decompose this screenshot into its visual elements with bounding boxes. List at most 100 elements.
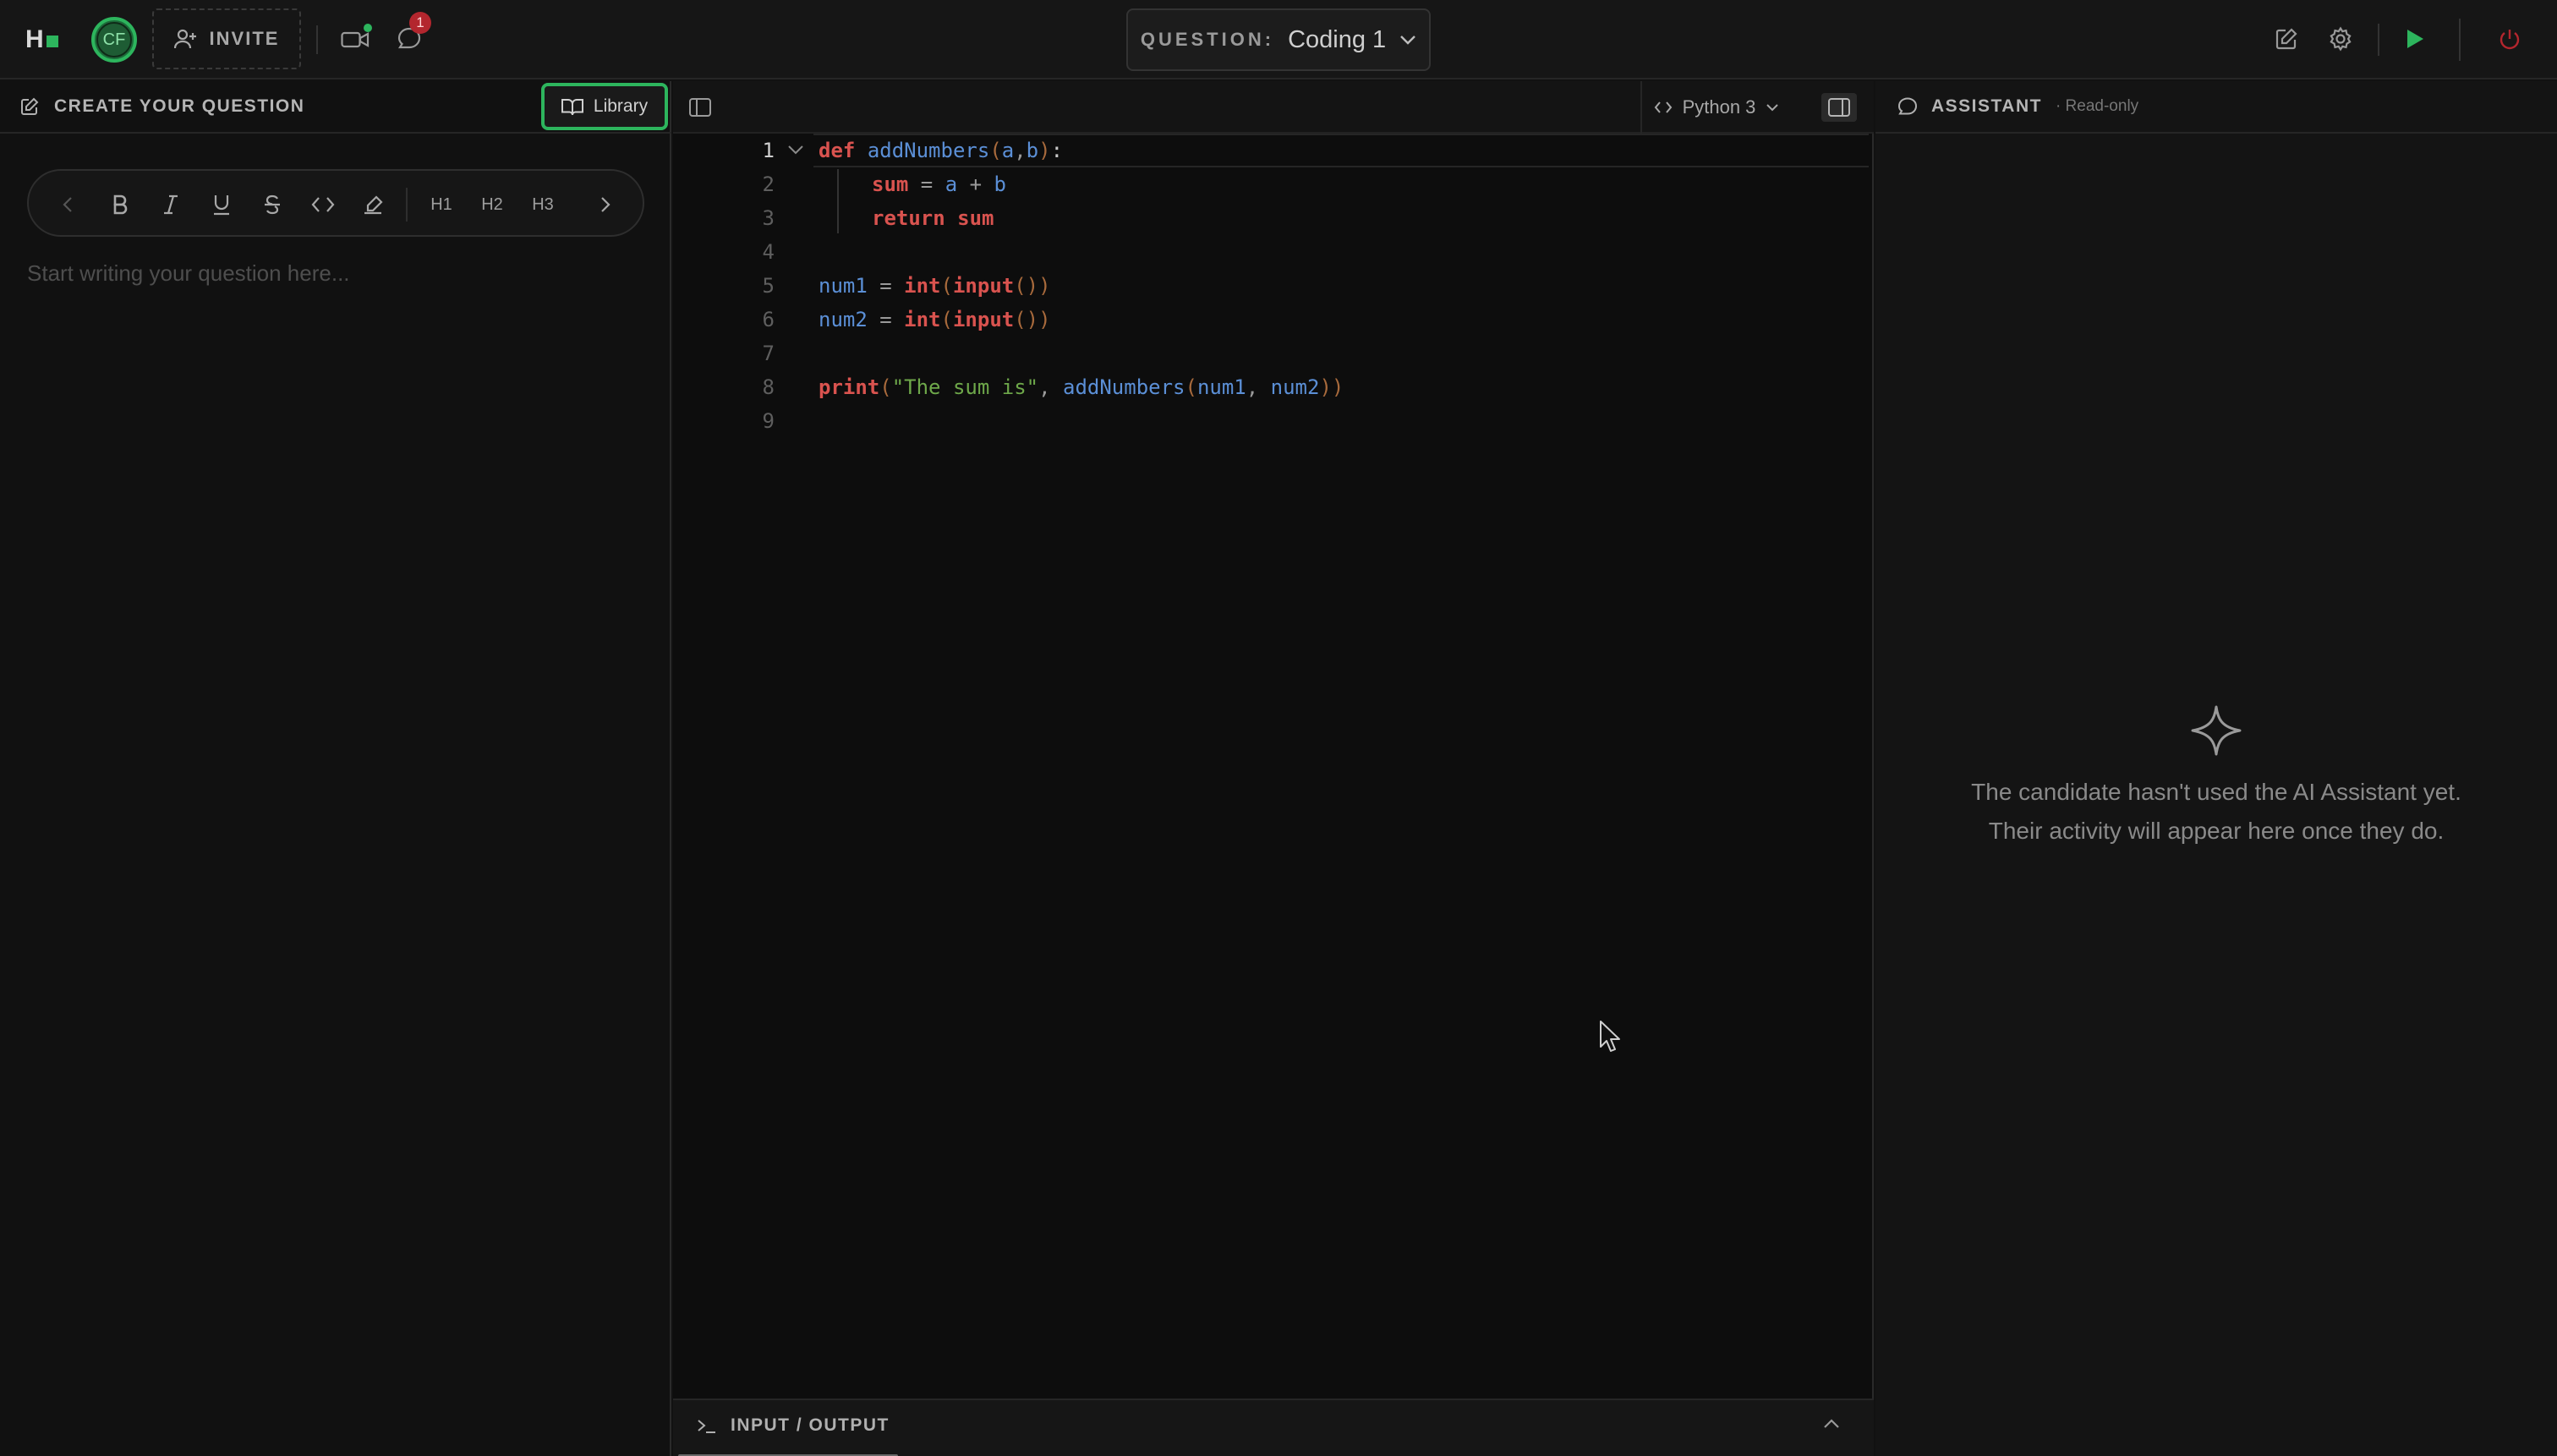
sidebar-left-icon bbox=[688, 97, 712, 118]
run-button[interactable] bbox=[2401, 25, 2428, 52]
identifier: b bbox=[994, 172, 1006, 196]
assistant-mode: · Read-only bbox=[2055, 97, 2139, 115]
code-text: sum = a + b bbox=[872, 172, 1006, 196]
param: b bbox=[1026, 139, 1039, 162]
strikethrough-icon bbox=[263, 194, 282, 215]
italic-icon bbox=[162, 194, 179, 215]
chat-button[interactable]: 1 bbox=[396, 12, 431, 52]
code-text: num2 = int(input()) bbox=[819, 308, 1051, 331]
assistant-empty-state: The candidate hasn't used the AI Assista… bbox=[1875, 703, 2557, 851]
param: a bbox=[1001, 139, 1015, 162]
paren: ()) bbox=[1014, 308, 1051, 331]
code-line: 7 bbox=[673, 337, 1874, 370]
code-editor[interactable]: 1 def addNumbers(a,b): 2 sum = a + b 3 r… bbox=[673, 134, 1874, 1399]
gear-icon bbox=[2328, 26, 2353, 52]
edit-note-icon bbox=[2275, 27, 2298, 51]
question-selector[interactable]: QUESTION: Coding 1 bbox=[1126, 8, 1431, 71]
identifier: a bbox=[945, 172, 958, 196]
edit-icon bbox=[20, 97, 39, 116]
code-text: return sum bbox=[872, 206, 994, 230]
code-line: 9 bbox=[673, 404, 1874, 438]
question-panel: CREATE YOUR QUESTION Library H1 H2 H3 St… bbox=[0, 81, 671, 1456]
line-number: 9 bbox=[762, 409, 775, 433]
play-icon bbox=[2405, 28, 2425, 50]
chevron-down-icon bbox=[1399, 35, 1416, 45]
heading-1-label: H1 bbox=[430, 194, 452, 214]
bold-button[interactable] bbox=[103, 188, 137, 222]
end-session-button[interactable] bbox=[2496, 25, 2523, 52]
toggle-right-panel-button[interactable] bbox=[1821, 93, 1857, 122]
paren: ( bbox=[879, 375, 892, 399]
library-button[interactable]: Library bbox=[541, 83, 668, 130]
bold-icon bbox=[112, 194, 129, 215]
line-number: 2 bbox=[762, 172, 775, 196]
chevron-up-icon bbox=[1823, 1419, 1840, 1429]
code-button[interactable] bbox=[306, 188, 340, 222]
code-line: 4 bbox=[673, 235, 1874, 269]
logo-letter: H bbox=[25, 25, 44, 53]
question-editor-placeholder[interactable]: Start writing your question here... bbox=[27, 260, 350, 287]
toggle-left-panel-button[interactable] bbox=[685, 93, 715, 122]
avatar-initials: CF bbox=[96, 22, 132, 57]
operator: = bbox=[908, 172, 945, 196]
heading-2-label: H2 bbox=[481, 194, 503, 214]
operator: = bbox=[867, 308, 905, 331]
paren: ( bbox=[940, 308, 953, 331]
comma: , bbox=[1014, 139, 1027, 162]
book-icon bbox=[561, 97, 583, 116]
identifier: sum bbox=[872, 172, 909, 196]
language-selector[interactable]: Python 3 bbox=[1640, 81, 1791, 134]
language-value: Python 3 bbox=[1682, 96, 1756, 118]
assistant-panel: ASSISTANT · Read-only The candidate hasn… bbox=[1875, 81, 2557, 1456]
chat-bubble-icon bbox=[1897, 96, 1918, 117]
code-line: 1 def addNumbers(a,b): bbox=[673, 134, 1874, 167]
builtin: input bbox=[952, 274, 1015, 298]
app-logo[interactable]: H bbox=[25, 25, 58, 54]
code-text: num1 = int(input()) bbox=[819, 274, 1051, 298]
question-value: Coding 1 bbox=[1288, 25, 1387, 53]
chevron-left-icon bbox=[63, 196, 73, 213]
scroll-right-button[interactable] bbox=[589, 188, 622, 222]
paren: )) bbox=[1319, 375, 1344, 399]
heading-1-button[interactable]: H1 bbox=[424, 188, 458, 222]
paren: ) bbox=[1038, 139, 1051, 162]
expand-io-button[interactable] bbox=[1823, 1419, 1840, 1429]
top-bar: H CF INVITE 1 QUESTION: Coding 1 bbox=[0, 0, 2557, 79]
builtin: int bbox=[904, 308, 941, 331]
italic-button[interactable] bbox=[154, 188, 188, 222]
code-line: 2 sum = a + b bbox=[673, 167, 1874, 201]
paren: ( bbox=[1185, 375, 1197, 399]
invite-button[interactable]: INVITE bbox=[152, 8, 301, 69]
code-line: 3 return sum bbox=[673, 201, 1874, 235]
mouse-pointer-icon bbox=[1598, 1020, 1622, 1054]
video-camera-icon bbox=[341, 30, 370, 50]
io-tab[interactable]: INPUT / OUTPUT bbox=[697, 1415, 890, 1436]
logo-square bbox=[46, 36, 58, 47]
heading-3-button[interactable]: H3 bbox=[526, 188, 560, 222]
assistant-title: ASSISTANT bbox=[1931, 96, 2042, 116]
assistant-header: ASSISTANT · Read-only bbox=[1875, 81, 2557, 134]
underline-button[interactable] bbox=[205, 188, 238, 222]
io-label: INPUT / OUTPUT bbox=[731, 1415, 890, 1435]
scroll-left-button[interactable] bbox=[51, 188, 85, 222]
string-literal: "The sum is" bbox=[891, 375, 1039, 399]
colon: : bbox=[1050, 139, 1064, 162]
code-line: 8 print("The sum is", addNumbers(num1, n… bbox=[673, 370, 1874, 404]
io-panel-bar: INPUT / OUTPUT bbox=[673, 1399, 1874, 1456]
code-text: def addNumbers(a,b): bbox=[819, 139, 1063, 162]
settings-button[interactable] bbox=[2327, 25, 2354, 52]
fold-chevron-icon[interactable] bbox=[786, 140, 805, 159]
keyword: def bbox=[819, 139, 856, 162]
code-line: 5 num1 = int(input()) bbox=[673, 269, 1874, 303]
video-button[interactable] bbox=[340, 24, 372, 52]
identifier: num1 bbox=[819, 274, 868, 298]
add-user-icon bbox=[173, 28, 198, 50]
empty-state-line-2: Their activity will appear here once the… bbox=[1988, 818, 2445, 844]
heading-2-button[interactable]: H2 bbox=[475, 188, 509, 222]
user-avatar[interactable]: CF bbox=[91, 17, 137, 63]
highlight-button[interactable] bbox=[357, 188, 391, 222]
divider bbox=[2459, 19, 2461, 61]
notes-button[interactable] bbox=[2273, 25, 2300, 52]
function-name: addNumbers bbox=[1063, 375, 1185, 399]
strikethrough-button[interactable] bbox=[255, 188, 289, 222]
